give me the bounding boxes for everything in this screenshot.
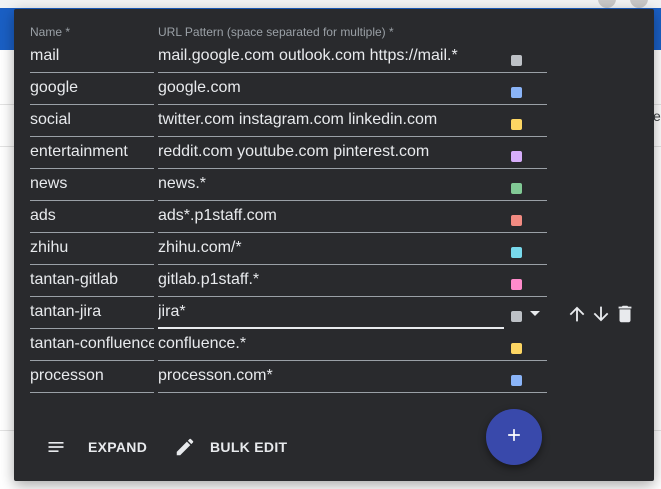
plus-icon — [504, 425, 524, 450]
pencil-icon — [174, 436, 196, 458]
group-row: processon processon.com* — [14, 361, 654, 393]
browser-toolbar — [0, 0, 661, 8]
color-swatch[interactable] — [511, 183, 522, 194]
bulk-edit-button[interactable]: BULK EDIT — [174, 435, 287, 459]
url-column-header: URL Pattern (space separated for multipl… — [158, 25, 394, 39]
group-name-field[interactable]: ads — [30, 201, 154, 233]
url-pattern-field[interactable]: jira* — [158, 297, 504, 329]
arrow-down-icon[interactable] — [590, 303, 612, 325]
color-swatch[interactable] — [511, 87, 522, 98]
bulk-edit-label: BULK EDIT — [210, 439, 288, 455]
url-pattern-field[interactable]: news.* — [158, 169, 547, 201]
group-row: mail mail.google.com outlook.com https://… — [14, 41, 654, 73]
color-swatch[interactable] — [511, 151, 522, 162]
group-name-field[interactable]: tantan-confluence — [30, 329, 154, 361]
group-row: social twitter.com instagram.com linkedin… — [14, 105, 654, 137]
url-pattern-field[interactable]: zhihu.com/* — [158, 233, 547, 265]
group-name-field[interactable]: google — [30, 73, 154, 105]
group-name-field[interactable]: mail — [30, 41, 154, 73]
group-row: zhihu zhihu.com/* — [14, 233, 654, 265]
group-row: entertainment reddit.com youtube.com pint… — [14, 137, 654, 169]
expand-label: EXPAND — [88, 439, 148, 455]
url-pattern-field[interactable]: confluence.* — [158, 329, 547, 361]
sort-lines-icon — [46, 437, 66, 457]
trash-icon[interactable] — [614, 303, 636, 325]
color-swatch[interactable] — [511, 247, 522, 258]
color-swatch[interactable] — [511, 55, 522, 66]
name-column-header: Name * — [30, 25, 71, 39]
group-name-field[interactable]: tantan-gitlab — [30, 265, 154, 297]
group-row: tantan-gitlab gitlab.p1staff.* — [14, 265, 654, 297]
color-swatch[interactable] — [511, 311, 522, 322]
group-row: google google.com — [14, 73, 654, 105]
url-pattern-field[interactable]: ads*.p1staff.com — [158, 201, 547, 233]
color-swatch[interactable] — [511, 279, 522, 290]
color-swatch[interactable] — [511, 375, 522, 386]
color-swatch[interactable] — [511, 215, 522, 226]
url-pattern-field[interactable]: gitlab.p1staff.* — [158, 265, 547, 297]
group-name-field[interactable]: news — [30, 169, 154, 201]
color-swatch[interactable] — [511, 119, 522, 130]
page-text-fragment: e — [653, 108, 661, 124]
url-pattern-field[interactable]: google.com — [158, 73, 547, 105]
group-name-field[interactable]: entertainment — [30, 137, 154, 169]
add-group-button[interactable] — [486, 409, 542, 465]
color-dropdown-icon[interactable] — [530, 311, 540, 316]
color-swatch[interactable] — [511, 343, 522, 354]
group-name-field[interactable]: processon — [30, 361, 154, 393]
url-pattern-field[interactable]: reddit.com youtube.com pinterest.com — [158, 137, 547, 169]
arrow-up-icon[interactable] — [566, 303, 588, 325]
group-row: news news.* — [14, 169, 654, 201]
group-row: tantan-jira jira* — [14, 297, 654, 329]
group-row: ads ads*.p1staff.com — [14, 201, 654, 233]
url-pattern-field[interactable]: mail.google.com outlook.com https://mail… — [158, 41, 547, 73]
expand-button[interactable]: EXPAND — [46, 435, 147, 459]
group-row: tantan-confluence confluence.* — [14, 329, 654, 361]
group-name-field[interactable]: zhihu — [30, 233, 154, 265]
group-name-field[interactable]: tantan-jira — [30, 297, 154, 329]
url-pattern-field[interactable]: twitter.com instagram.com linkedin.com — [158, 105, 547, 137]
tab-groups-dialog: Name * URL Pattern (space separated for … — [14, 9, 654, 481]
url-pattern-field[interactable]: processon.com* — [158, 361, 547, 393]
group-name-field[interactable]: social — [30, 105, 154, 137]
